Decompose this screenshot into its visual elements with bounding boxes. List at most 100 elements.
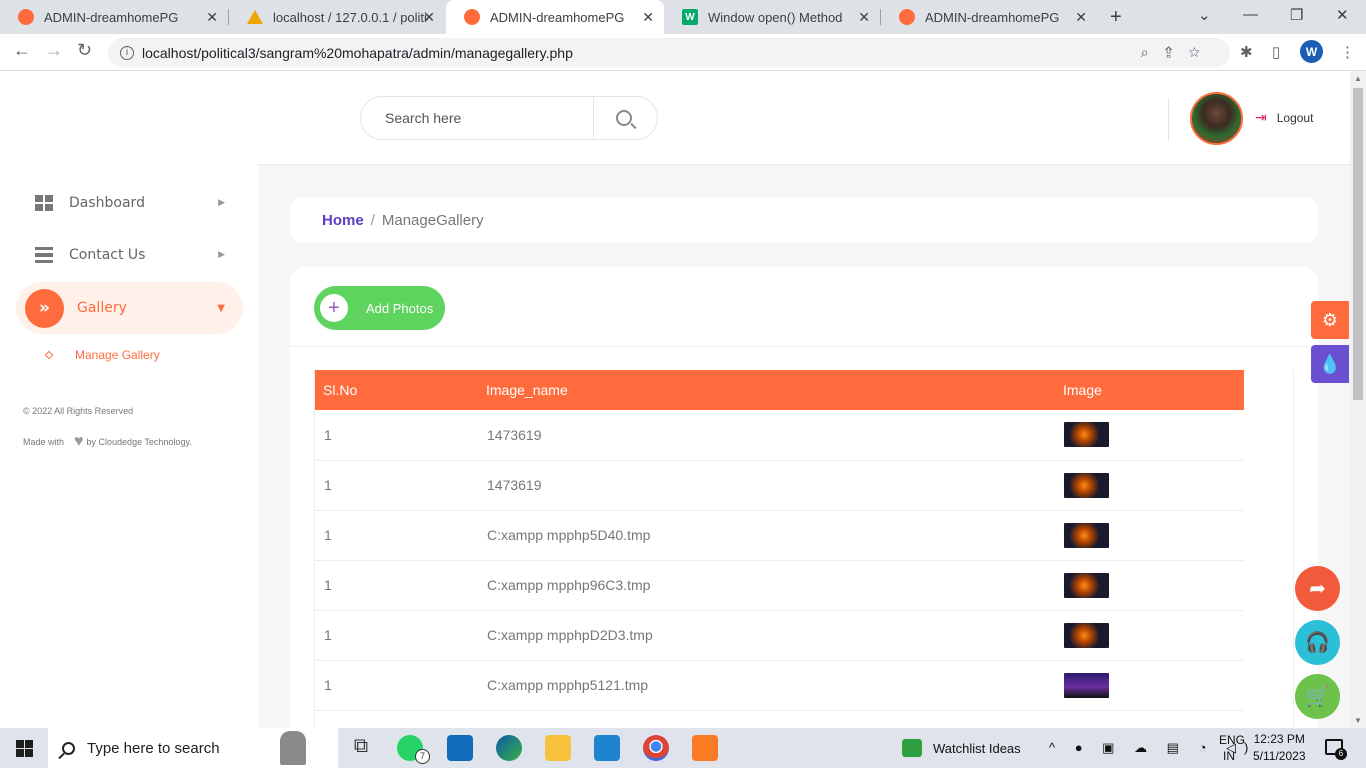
table-row: 1 1473619 <box>315 410 1244 461</box>
gallery-thumbnail[interactable] <box>1064 472 1109 498</box>
add-photos-label: Add Photos <box>366 300 434 316</box>
close-tab-icon[interactable]: ✕ <box>1075 9 1087 26</box>
chrome-icon[interactable] <box>643 735 669 761</box>
tab-label: localhost / 127.0.0.1 / politics <box>273 9 428 25</box>
windows-start-icon[interactable] <box>16 740 33 757</box>
caret-down-icon: ▼ <box>217 302 225 314</box>
url-bar[interactable]: i localhost/political3/sangram%20mohapat… <box>108 38 1230 67</box>
browser-tab-4[interactable]: W Window open() Method ✕ <box>664 0 880 34</box>
cell-slno: 1 <box>315 660 478 711</box>
close-tab-icon[interactable]: ✕ <box>642 9 654 26</box>
tab-search-icon[interactable]: ⌄ <box>1198 6 1211 24</box>
column-header-image: Image <box>1055 370 1244 410</box>
user-avatar[interactable] <box>1190 92 1243 145</box>
breadcrumb-separator: / <box>370 211 375 229</box>
watchlist-label: Watchlist Ideas <box>933 740 1021 756</box>
made-with-text: Made with ♥ by Cloudedge Technology. <box>23 433 192 451</box>
scroll-down-icon[interactable]: ▼ <box>1354 716 1362 725</box>
column-header-slno: Sl.No <box>315 370 478 410</box>
task-view-icon[interactable]: ⧉ <box>348 735 374 761</box>
reload-icon[interactable]: ↻ <box>77 40 92 61</box>
cell-slno: 1 <box>315 410 478 461</box>
sidebar: Dashboard ▶ Contact Us ▶ » Gallery ▼ Man… <box>0 71 258 728</box>
sidebar-item-contact-us[interactable]: Contact Us ▶ <box>16 229 243 281</box>
file-explorer-icon[interactable] <box>545 735 571 761</box>
plus-icon: + <box>320 294 348 322</box>
page-scrollbar[interactable]: ▲ ▼ <box>1350 71 1366 728</box>
table-row: 1 C:xampp mpphp5D40.tmp <box>315 510 1244 561</box>
extensions-icon[interactable]: ✱ <box>1240 43 1253 61</box>
gallery-thumbnail[interactable] <box>1064 622 1109 648</box>
url-text: localhost/political3/sangram%20mohapatra… <box>142 44 573 61</box>
sidebar-item-gallery[interactable]: » Gallery ▼ <box>16 282 243 334</box>
sidebar-item-dashboard[interactable]: Dashboard ▶ <box>16 177 243 229</box>
logout-button[interactable]: ⇥ Logout <box>1255 109 1313 126</box>
minimize-icon[interactable]: — <box>1243 6 1258 23</box>
gallery-thumbnail[interactable] <box>1064 572 1109 598</box>
dreamhome-icon <box>899 9 915 25</box>
share-icon[interactable]: ⇪ <box>1165 44 1189 60</box>
gallery-thumbnail[interactable] <box>1064 422 1109 448</box>
vscode-icon[interactable] <box>594 735 620 761</box>
sidebar-item-label: Gallery <box>77 300 127 316</box>
color-drop-icon[interactable]: 💧 <box>1311 345 1349 383</box>
breadcrumb-current: ManageGallery <box>381 211 484 229</box>
lang-line-2: IN <box>1223 749 1235 763</box>
zoom-icon[interactable]: ⌕ <box>1141 44 1165 60</box>
browser-tab-3-active[interactable]: ADMIN-dreamhomePG ✕ <box>446 0 664 34</box>
close-tab-icon[interactable]: ✕ <box>423 9 435 26</box>
support-headset-icon[interactable]: 🎧 <box>1295 620 1340 665</box>
logout-label: Logout <box>1276 110 1314 125</box>
new-tab-icon[interactable]: + <box>1110 6 1122 29</box>
tab-label: ADMIN-dreamhomePG <box>44 9 179 25</box>
profile-avatar[interactable]: W <box>1300 40 1323 63</box>
watchlist-widget[interactable]: Watchlist Ideas <box>902 728 1021 768</box>
close-window-icon[interactable]: ✕ <box>1336 6 1349 24</box>
browser-tab-2[interactable]: localhost / 127.0.0.1 / politics ✕ <box>229 0 445 34</box>
restore-icon[interactable]: ❐ <box>1290 6 1303 24</box>
close-tab-icon[interactable]: ✕ <box>206 9 218 26</box>
browser-tab-5[interactable]: ADMIN-dreamhomePG ✕ <box>881 0 1097 34</box>
cell-image-name: C:xampp mpphp5121.tmp <box>478 660 1055 711</box>
search-icon[interactable] <box>616 110 632 126</box>
language-indicator[interactable]: ENG IN <box>1219 732 1245 764</box>
dashboard-icon <box>35 195 53 211</box>
xampp-icon[interactable] <box>692 735 718 761</box>
cell-image-name: C:xampp mpphp5D40.tmp <box>478 510 1055 561</box>
scrollbar-thumb[interactable] <box>1353 88 1363 400</box>
clock-time: 12:23 PM <box>1253 732 1305 746</box>
taskbar-clock[interactable]: 12:23 PM 5/11/2023 <box>1253 731 1306 765</box>
cell-image <box>1055 460 1244 511</box>
diamond-bullet-icon <box>44 350 54 360</box>
submenu-manage-gallery[interactable]: Manage Gallery <box>44 348 160 362</box>
edge-icon[interactable] <box>496 735 522 761</box>
close-tab-icon[interactable]: ✕ <box>858 9 870 26</box>
side-panel-icon[interactable]: ▯ <box>1272 43 1280 61</box>
breadcrumb-home[interactable]: Home <box>322 212 364 229</box>
table-row: 1 1473619 <box>315 460 1244 511</box>
back-icon[interactable]: ← <box>13 40 31 61</box>
forward-icon[interactable]: → <box>45 40 63 61</box>
windows-taskbar: Type here to search ⧉ 7 Watchlist Ideas … <box>0 728 1366 768</box>
search-box[interactable]: Search here <box>360 96 658 140</box>
settings-gear-icon[interactable]: ⚙ <box>1311 301 1349 339</box>
taskbar-search[interactable]: Type here to search <box>48 728 338 768</box>
breadcrumb: Home / ManageGallery <box>290 197 1318 243</box>
stock-chart-icon <box>902 739 922 757</box>
add-photos-button[interactable]: + Add Photos <box>314 286 445 330</box>
share-fab-icon[interactable]: ➦ <box>1295 566 1340 611</box>
menu-dots-icon[interactable]: ⋮ <box>1340 43 1355 61</box>
made-with-suffix: by Cloudedge Technology. <box>86 437 192 447</box>
search-input[interactable]: Search here <box>361 97 594 139</box>
scroll-up-icon[interactable]: ▲ <box>1354 74 1362 83</box>
gallery-thumbnail[interactable] <box>1064 522 1109 548</box>
browser-tab-1[interactable]: ADMIN-dreamhomePG ✕ <box>0 0 228 34</box>
cell-image-name: 1473619 <box>478 410 1055 461</box>
gallery-thumbnail[interactable] <box>1064 672 1109 698</box>
mail-icon[interactable] <box>447 735 473 761</box>
bookmark-star-icon[interactable]: ☆ <box>1189 44 1216 60</box>
copyright-text: © 2022 All Rights Reserved <box>23 406 134 416</box>
site-info-icon[interactable]: i <box>120 45 134 60</box>
cart-icon[interactable]: 🛒 <box>1295 674 1340 719</box>
gallery-card: + Add Photos Sl.No Image_name Image 1 14… <box>290 267 1318 750</box>
